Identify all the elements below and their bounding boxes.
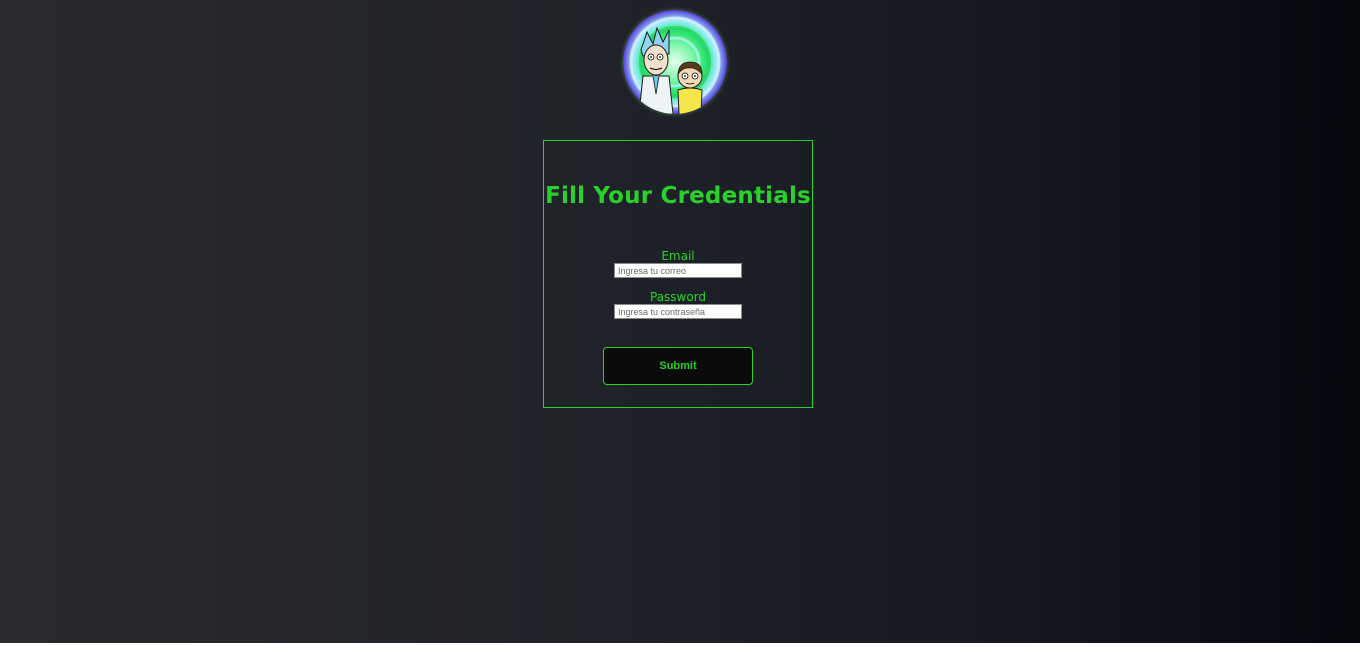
form-title: Fill Your Credentials bbox=[545, 183, 811, 209]
portal-logo-image bbox=[623, 10, 727, 114]
login-page: Fill Your Credentials Email Password Sub… bbox=[0, 0, 1360, 643]
password-input[interactable] bbox=[614, 304, 742, 319]
email-label: Email bbox=[661, 249, 695, 263]
submit-button[interactable]: Submit bbox=[603, 347, 753, 385]
email-input[interactable] bbox=[614, 263, 742, 278]
credentials-form: Fill Your Credentials Email Password Sub… bbox=[543, 140, 813, 408]
password-label: Password bbox=[649, 290, 707, 304]
rick-and-morty-logo bbox=[623, 10, 727, 114]
